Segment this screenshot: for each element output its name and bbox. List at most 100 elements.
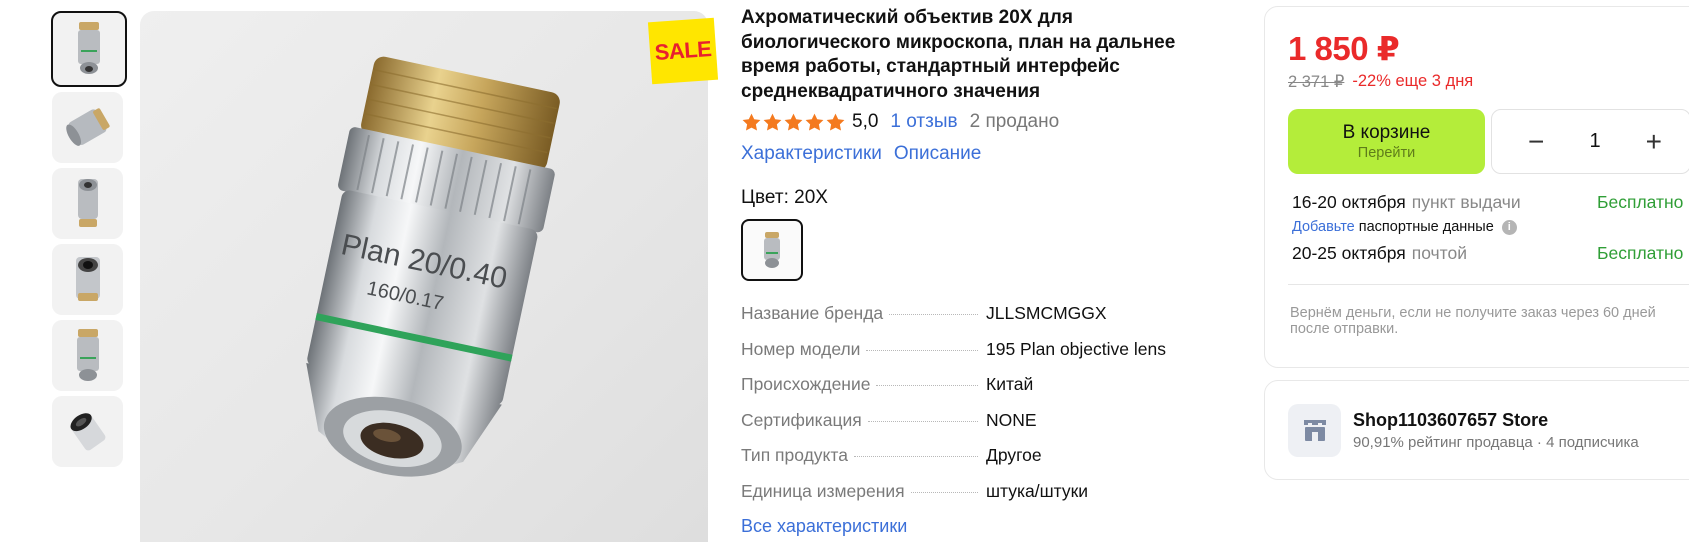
thumbnail-5[interactable]	[52, 320, 123, 391]
spec-key: Название бренда	[741, 303, 986, 324]
spec-key: Сертификация	[741, 410, 986, 431]
star-icon	[763, 113, 782, 131]
spec-row: Сертификация NONE	[741, 410, 1211, 446]
product-title: Ахроматический объектив 20X для биологич…	[741, 7, 1176, 102]
decrement-button[interactable]: −	[1528, 127, 1544, 156]
store-logo-icon	[1288, 403, 1341, 457]
delivery-type: пункт выдачи	[1411, 192, 1521, 212]
star-icon	[805, 113, 824, 131]
passport-note: Добавьте паспортные данные i	[1292, 219, 1689, 235]
delivery-option-pickup: 16-20 октября пункт выдачи Бесплатно	[1292, 192, 1689, 213]
old-price: 2 371 ₽	[1288, 73, 1345, 91]
spec-value: Китай	[986, 374, 1034, 394]
purchase-actions: В корзине Перейти − 1 +	[1288, 109, 1689, 174]
spec-row: Номер модели 195 Plan objective lens	[741, 339, 1211, 375]
star-icon	[784, 113, 803, 131]
price-details: 2 371 ₽ -22% еще 3 дня	[1288, 72, 1689, 92]
rating-stars	[741, 112, 846, 133]
add-passport-link[interactable]: Добавьте	[1292, 219, 1355, 235]
spec-leader	[866, 349, 978, 351]
thumbnail-2[interactable]	[52, 92, 123, 163]
discount-label: -22% еще 3 дня	[1352, 72, 1474, 90]
sale-badge-label: SALE	[653, 36, 713, 65]
spec-row: Единица измерения штука/штуки	[741, 481, 1211, 517]
spec-row: Тип продукта Другое	[741, 445, 1211, 481]
sold-count: 2 продано	[969, 111, 1060, 132]
spec-key-label: Единица измерения	[741, 480, 905, 501]
refund-guarantee: Вернём деньги, если не получите заказ че…	[1290, 305, 1656, 337]
lens-thumb-icon	[75, 256, 100, 301]
delivery-type: почтой	[1411, 243, 1468, 263]
spec-list: Название бренда JLLSMCMGGX Номер модели 195…	[741, 303, 1211, 516]
spec-leader	[867, 420, 978, 422]
delivery-price: Бесплатно	[1597, 243, 1684, 263]
store-name: Shop1103607657 Store	[1353, 409, 1549, 430]
star-icon	[742, 113, 761, 131]
spec-key-label: Номер модели	[741, 338, 861, 359]
thumbnail-strip	[51, 11, 127, 472]
spec-value: JLLSMCMGGX	[986, 303, 1107, 323]
lens-thumb-icon	[76, 328, 99, 381]
star-icon	[826, 113, 845, 131]
passport-note-text: паспортные данные	[1358, 219, 1494, 235]
spec-row: Название бренда JLLSMCMGGX	[741, 303, 1211, 339]
info-icon[interactable]: i	[1501, 219, 1517, 235]
spec-leader	[910, 491, 978, 493]
spec-key-label: Происхождение	[741, 374, 871, 394]
divider	[1288, 284, 1689, 285]
lens-thumb-icon	[77, 178, 98, 227]
color-label: Цвет: 20X	[741, 187, 828, 208]
increment-button[interactable]: +	[1646, 127, 1662, 156]
cart-button-sublabel: Перейти	[1357, 145, 1416, 161]
reviews-link[interactable]: 1 отзыв	[890, 111, 957, 133]
spec-key: Тип продукта	[741, 445, 986, 466]
lens-thumb-icon	[78, 22, 100, 74]
thumbnail-4[interactable]	[52, 244, 123, 315]
delivery-date: 16-20 октября	[1292, 192, 1406, 212]
in-cart-button[interactable]: В корзине Перейти	[1288, 109, 1485, 174]
lens-thumb-icon	[65, 107, 110, 146]
spec-leader	[876, 385, 978, 386]
store-rating: 90,91% рейтинг продавца · 4 подписчика	[1353, 433, 1639, 451]
store-card[interactable]: Shop1103607657 Store 90,91% рейтинг прод…	[1264, 380, 1689, 480]
delivery-price: Бесплатно	[1597, 192, 1684, 212]
spec-value: штука/штуки	[986, 480, 1089, 501]
spec-key: Единица измерения	[741, 481, 986, 502]
spec-key: Происхождение	[741, 374, 986, 395]
product-info: Ахроматический объектив 20X для биологич…	[741, 6, 1211, 537]
spec-leader	[853, 456, 978, 457]
quantity-stepper: − 1 +	[1491, 109, 1689, 174]
spec-row: Происхождение Китай	[741, 374, 1211, 410]
thumbnail-6[interactable]	[52, 396, 123, 467]
spec-key-label: Тип продукта	[741, 445, 848, 465]
sale-badge: SALE	[647, 17, 719, 85]
spec-key: Номер модели	[741, 339, 986, 360]
rating-row: 5,0 1 отзыв 2 продано	[741, 111, 1211, 133]
current-price: 1 850 ₽	[1288, 30, 1400, 67]
quantity-value: 1	[1589, 130, 1601, 152]
buy-box: 1 850 ₽ 2 371 ₽ -22% еще 3 дня В корзине…	[1264, 6, 1689, 368]
spec-value: NONE	[986, 409, 1037, 430]
delivery-option-post: 20-25 октября почтой Бесплатно	[1292, 243, 1689, 264]
color-swatch-20x[interactable]	[741, 219, 803, 281]
spec-value: 195 Plan objective lens	[986, 338, 1166, 359]
info-tabs: Характеристики Описание	[741, 143, 1211, 165]
spec-value: Другое	[986, 445, 1042, 465]
thumbnail-3[interactable]	[52, 168, 123, 239]
delivery-date: 20-25 октября	[1292, 243, 1406, 263]
spec-key-label: Сертификация	[741, 409, 862, 430]
objective-lens-illustration: Plan 20/0.40 160/0.17	[306, 56, 560, 477]
spec-leader	[889, 314, 978, 315]
main-product-image[interactable]: Plan 20/0.40 160/0.17	[140, 11, 708, 542]
rating-value: 5,0	[852, 111, 879, 132]
cart-button-label: В корзине	[1342, 122, 1431, 143]
thumbnail-1[interactable]	[51, 11, 127, 87]
lens-thumb-icon	[69, 412, 105, 450]
tab-description[interactable]: Описание	[894, 143, 981, 165]
lens-swatch-icon	[764, 232, 780, 268]
all-specs-link[interactable]: Все характеристики	[741, 516, 907, 536]
tab-characteristics[interactable]: Характеристики	[741, 143, 882, 165]
store-details: Shop1103607657 Store 90,91% рейтинг прод…	[1353, 410, 1639, 451]
spec-key-label: Название бренда	[741, 303, 884, 323]
delivery-options: 16-20 октября пункт выдачи Бесплатно Доб…	[1288, 192, 1689, 264]
